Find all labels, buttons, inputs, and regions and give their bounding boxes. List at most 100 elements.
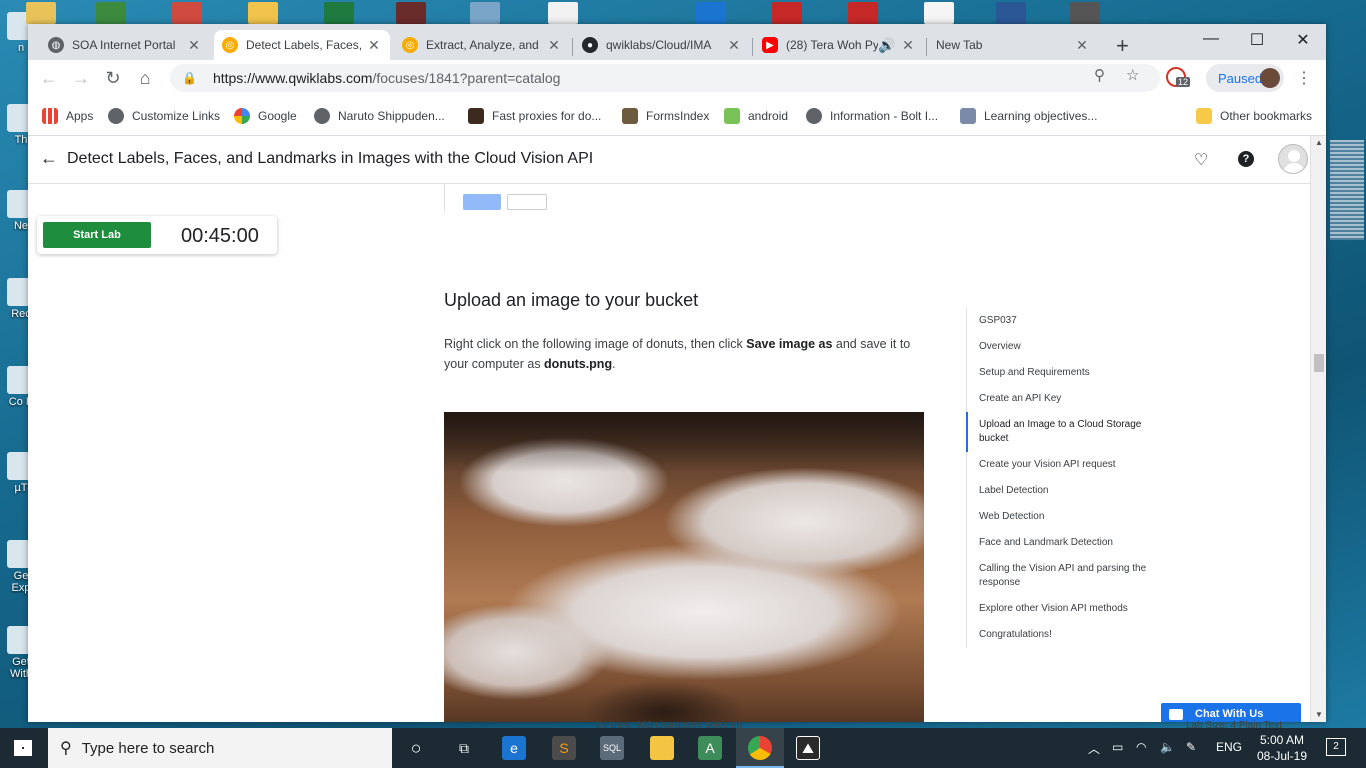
taskbar-clock[interactable]: 5:00 AM 08-Jul-19	[1250, 732, 1314, 764]
section-heading: Upload an image to your bucket	[444, 290, 699, 310]
wifi-icon[interactable]: ◠	[1136, 740, 1146, 754]
desktop-top-icon[interactable]	[172, 2, 202, 24]
desktop-top-icon[interactable]	[924, 2, 954, 24]
taskbar-search-box[interactable]: ⚲ Type here to search	[48, 728, 392, 768]
desktop-top-icon[interactable]	[324, 2, 354, 24]
bookmark-customize-links[interactable]: Customize Links	[108, 108, 220, 124]
tray-chevron-icon[interactable]: ︿	[1088, 740, 1100, 757]
bookmark-apps[interactable]: Apps	[42, 108, 93, 124]
file-explorer-icon[interactable]	[650, 736, 674, 760]
maximize-button[interactable]: ☐	[1234, 30, 1280, 50]
close-icon[interactable]: ✕	[1074, 37, 1090, 54]
toc-item[interactable]: Create an API Key	[967, 386, 1166, 412]
heart-icon[interactable]: ♡	[1194, 150, 1208, 170]
reload-icon[interactable]: ↻	[102, 68, 124, 88]
forward-icon[interactable]: →	[70, 68, 92, 88]
user-avatar[interactable]	[1278, 144, 1308, 174]
desktop-top-icon[interactable]	[848, 2, 878, 24]
tab-youtube[interactable]: ▶ (28) Tera Woh Py 🔊 ✕	[754, 30, 924, 60]
bookmark-information-bolt[interactable]: Information - Bolt I...	[806, 108, 938, 124]
desktop-top-icon[interactable]	[996, 2, 1026, 24]
volume-icon[interactable]: 🔈	[1160, 740, 1175, 754]
toc-item[interactable]: Calling the Vision API and parsing the r…	[967, 556, 1166, 596]
sublime-icon[interactable]: S	[552, 736, 576, 760]
bookmark-google[interactable]: Google	[234, 108, 297, 124]
desktop-top-icon[interactable]	[1070, 2, 1100, 24]
toc-item[interactable]: Setup and Requirements	[967, 360, 1166, 386]
close-icon[interactable]: ✕	[726, 37, 742, 54]
profile-avatar	[1260, 68, 1280, 88]
desktop-top-icon[interactable]	[248, 2, 278, 24]
start-lab-button[interactable]: Start Lab	[43, 222, 151, 248]
address-bar[interactable]: 🔒 https://www.qwiklabs.com/focuses/1841?…	[170, 64, 1160, 92]
lock-icon[interactable]: 🔒	[182, 71, 197, 85]
minimize-button[interactable]: —	[1188, 30, 1234, 48]
windows-start-icon[interactable]	[14, 740, 32, 756]
close-icon[interactable]: ✕	[366, 37, 382, 54]
photos-icon[interactable]: ⛰	[796, 736, 820, 760]
toc-item[interactable]: Explore other Vision API methods	[967, 596, 1166, 622]
cortana-icon[interactable]: ○	[404, 736, 428, 760]
edge-icon[interactable]: e	[502, 736, 526, 760]
youtube-icon: ▶	[762, 37, 778, 53]
speaker-icon[interactable]: 🔊	[878, 37, 895, 54]
desktop-top-icon[interactable]	[772, 2, 802, 24]
close-icon[interactable]: ✕	[900, 37, 916, 54]
desktop-top-icon[interactable]	[26, 2, 56, 24]
tab-detect-labels[interactable]: ◎ Detect Labels, Faces, a ✕	[214, 30, 390, 60]
home-icon[interactable]: ⌂	[134, 68, 156, 88]
toc-item[interactable]: Congratulations!	[967, 622, 1166, 648]
bookmark-android[interactable]: android	[724, 108, 788, 124]
scrollbar-thumb[interactable]	[1314, 354, 1324, 372]
lab-timer-card: Start Lab 00:45:00	[37, 216, 277, 254]
desktop-top-icon[interactable]	[470, 2, 500, 24]
tab-new-tab[interactable]: New Tab ✕	[928, 30, 1098, 60]
url-text[interactable]: https://www.qwiklabs.com/focuses/1841?pa…	[213, 70, 560, 86]
zoom-icon[interactable]: ⚲	[1094, 66, 1105, 84]
scroll-up-icon[interactable]: ▲	[1315, 138, 1323, 147]
pen-icon[interactable]: ✎	[1186, 740, 1196, 754]
desktop-top-icon[interactable]	[96, 2, 126, 24]
close-icon[interactable]: ✕	[546, 37, 562, 54]
bookmark-formsindex[interactable]: FormsIndex	[622, 108, 709, 124]
notification-center-icon[interactable]: 2	[1326, 738, 1346, 756]
desktop-top-icon[interactable]	[696, 2, 726, 24]
android-studio-icon[interactable]: A	[698, 736, 722, 760]
bookmark-learning-objectives[interactable]: Learning objectives...	[960, 108, 1097, 124]
table-of-contents: GSP037 Overview Setup and Requirements C…	[966, 308, 1166, 648]
bookmark-fast-proxies[interactable]: Fast proxies for do...	[468, 108, 601, 124]
toc-item[interactable]: Create your Vision API request	[967, 452, 1166, 478]
toc-item[interactable]: Face and Landmark Detection	[967, 530, 1166, 556]
tab-extract-analyze[interactable]: ◎ Extract, Analyze, and ✕	[394, 30, 570, 60]
chrome-icon[interactable]	[748, 736, 772, 760]
bookmark-naruto[interactable]: Naruto Shippuden...	[314, 108, 445, 124]
toc-item[interactable]: Web Detection	[967, 504, 1166, 530]
scroll-down-icon[interactable]: ▼	[1315, 710, 1323, 719]
language-indicator[interactable]: ENG	[1216, 740, 1242, 754]
sql-icon[interactable]: SQL	[600, 736, 624, 760]
toc-item[interactable]: GSP037	[967, 308, 1166, 334]
task-view-icon[interactable]: ⧉	[452, 736, 476, 760]
page-scrollbar[interactable]: ▲ ▼	[1310, 136, 1326, 722]
help-icon[interactable]: ?	[1238, 151, 1254, 167]
desktop-top-icon[interactable]	[396, 2, 426, 24]
toc-item[interactable]: Overview	[967, 334, 1166, 360]
extension-icon[interactable]: 12	[1166, 67, 1191, 87]
donuts-image[interactable]	[444, 412, 924, 722]
close-icon[interactable]: ✕	[186, 37, 202, 54]
tab-soa-portal[interactable]: ◍ SOA Internet Portal ✕	[40, 30, 210, 60]
profile-paused-button[interactable]: Paused	[1206, 64, 1284, 92]
tab-strip: ◍ SOA Internet Portal ✕ ◎ Detect Labels,…	[28, 24, 1326, 60]
battery-icon[interactable]: ▭	[1112, 740, 1123, 754]
desktop-top-icon[interactable]	[548, 2, 578, 24]
star-icon[interactable]: ☆	[1126, 66, 1139, 84]
bookmark-other-bookmarks[interactable]: Other bookmarks	[1196, 108, 1312, 124]
back-arrow-icon[interactable]: ←	[40, 148, 58, 169]
back-icon[interactable]: ←	[38, 68, 60, 88]
new-tab-button[interactable]: +	[1116, 35, 1129, 57]
chrome-menu-icon[interactable]: ⋮	[1296, 68, 1312, 88]
toc-item-active[interactable]: Upload an Image to a Cloud Storage bucke…	[966, 412, 1166, 452]
toc-item[interactable]: Label Detection	[967, 478, 1166, 504]
close-window-button[interactable]: ✕	[1280, 30, 1326, 50]
tab-github[interactable]: ● qwiklabs/Cloud/IMA ✕	[574, 30, 750, 60]
